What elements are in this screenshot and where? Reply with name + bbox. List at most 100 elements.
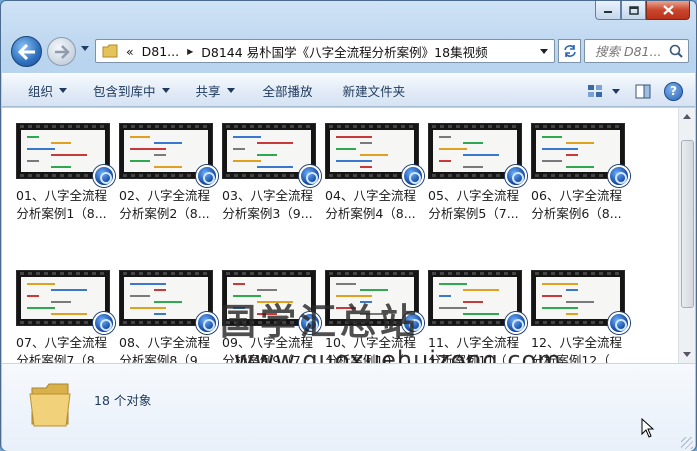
address-bar[interactable]: « D81... ▶ D8144 易朴国学《八字全流程分析案例》18集视频: [95, 39, 555, 63]
file-name: 05、八字全流程 分析案例5（7...: [422, 187, 525, 223]
file-name: 08、八字全流程分析案例8（9...: [113, 334, 216, 363]
video-file-item[interactable]: 05、八字全流程 分析案例5（7...: [422, 123, 527, 223]
arrow-right-icon: [54, 44, 70, 59]
caret-down-icon: [161, 87, 170, 93]
search-icon[interactable]: [669, 44, 683, 58]
search-box[interactable]: [584, 39, 689, 63]
video-file-item[interactable]: 02、八字全流程 分析案例2（8...: [113, 123, 218, 223]
file-name-line1: 06、八字全流程: [531, 188, 622, 203]
scrollbar-thumb[interactable]: [681, 140, 694, 308]
video-thumbnail: [531, 123, 630, 187]
search-input[interactable]: [595, 43, 665, 59]
maximize-button[interactable]: [621, 1, 646, 20]
file-name-line1: 07、八字全流程: [16, 335, 107, 350]
video-file-item[interactable]: 03、八字全流程 分析案例3（9...: [216, 123, 321, 223]
caret-down-icon: [226, 87, 235, 93]
view-options-caret-icon[interactable]: [612, 88, 620, 94]
file-name-line2: 分析案例2（8...: [119, 206, 210, 221]
scroll-down-button[interactable]: [679, 346, 695, 363]
file-name: 06、八字全流程 分析案例6（8...: [525, 187, 628, 223]
video-file-item[interactable]: 04、八字全流程 分析案例4（8...: [319, 123, 424, 223]
file-name-line1: 04、八字全流程: [325, 188, 416, 203]
arrow-left-icon: [17, 43, 35, 60]
play-all-label: 全部播放: [262, 83, 313, 99]
file-name: 03、八字全流程 分析案例3（9...: [216, 187, 319, 223]
file-name-line1: 02、八字全流程: [119, 188, 210, 203]
back-button[interactable]: [11, 36, 42, 67]
video-thumbnail: [531, 270, 630, 334]
file-name-line2: 分析案例3（9...: [222, 206, 313, 221]
preview-pane-icon: [635, 84, 651, 98]
file-name-line1: 05、八字全流程: [428, 188, 519, 203]
forward-button[interactable]: [47, 37, 76, 66]
address-history-dropdown[interactable]: [540, 49, 548, 54]
organize-label: 组织: [28, 83, 54, 99]
mouse-cursor-icon: [641, 418, 655, 438]
close-button[interactable]: [646, 1, 690, 20]
help-button[interactable]: ?: [664, 81, 683, 101]
video-thumbnail: [428, 123, 527, 187]
breadcrumb-segment-current[interactable]: D8144 易朴国学《八字全流程分析案例》18集视频: [201, 42, 487, 61]
folder-icon: [102, 44, 118, 58]
media-player-icon: [608, 312, 630, 334]
file-name-line1: 03、八字全流程: [222, 188, 313, 203]
watermark-url: www.guoxuehuizong.com: [234, 346, 562, 363]
file-name: 01、八字全流程 分析案例1（8...: [10, 187, 113, 223]
file-name-line2: 分析案例5（7...: [428, 206, 519, 221]
file-name: 02、八字全流程 分析案例2（8...: [113, 187, 216, 223]
video-file-item[interactable]: 01、八字全流程 分析案例1（8...: [10, 123, 115, 223]
share-label: 共享: [195, 83, 221, 99]
preview-pane-button[interactable]: [630, 80, 656, 102]
file-name-line2: 分析案例4（8...: [325, 206, 416, 221]
view-grid-icon: [588, 85, 602, 97]
chevron-up-icon: [683, 114, 691, 119]
file-name-line2: 分析案例6（8...: [531, 206, 622, 221]
video-thumbnail: [16, 270, 115, 334]
file-name-line2: 分析案例8（9...: [119, 353, 210, 363]
caption-buttons: [595, 1, 690, 20]
explorer-window: « D81... ▶ D8144 易朴国学《八字全流程分析案例》18集视频 组织…: [0, 0, 697, 451]
minimize-button[interactable]: [595, 1, 621, 20]
navigation-bar: « D81... ▶ D8144 易朴国学《八字全流程分析案例》18集视频: [1, 34, 696, 67]
new-folder-button[interactable]: 新建文件夹: [335, 77, 414, 103]
resize-grip[interactable]: [681, 437, 693, 449]
video-file-item[interactable]: 07、八字全流程 分析案例7（8...: [10, 270, 115, 363]
file-name-line2: 分析案例1（8...: [16, 206, 107, 221]
scroll-up-button[interactable]: [679, 108, 695, 125]
vertical-scrollbar[interactable]: [678, 108, 695, 363]
object-count: 18 个对象: [94, 393, 152, 408]
large-folder-icon: [29, 383, 71, 427]
breadcrumb-separator-icon[interactable]: ▶: [187, 47, 193, 56]
play-all-button[interactable]: 全部播放: [255, 77, 321, 103]
include-in-library-label: 包含到库中: [93, 83, 156, 99]
file-name: 07、八字全流程 分析案例7（8...: [10, 334, 113, 363]
recent-pages-dropdown[interactable]: [81, 46, 89, 51]
address-overflow-chevron[interactable]: «: [126, 44, 134, 59]
refresh-button[interactable]: [558, 39, 581, 63]
details-pane: 18 个对象: [2, 363, 695, 451]
media-player-icon: [299, 165, 321, 187]
help-icon: ?: [670, 84, 677, 98]
view-controls: ?: [582, 74, 695, 108]
video-thumbnail: [16, 123, 115, 187]
close-icon: [662, 5, 674, 15]
command-bar: 组织 包含到库中 共享 全部播放 新建文件夹 ?: [2, 73, 695, 107]
video-file-item[interactable]: 06、八字全流程 分析案例6（8...: [525, 123, 630, 223]
video-thumbnail: [325, 123, 424, 187]
media-player-icon: [196, 165, 218, 187]
media-player-icon: [608, 165, 630, 187]
chevron-down-icon: [683, 352, 691, 357]
file-name-line1: 01、八字全流程: [16, 188, 107, 203]
breadcrumb-segment-parent[interactable]: D81...: [142, 44, 179, 59]
minimize-icon: [604, 11, 612, 13]
media-player-icon: [93, 312, 115, 334]
share-button[interactable]: 共享: [188, 77, 243, 103]
video-thumbnail: [222, 123, 321, 187]
change-view-button[interactable]: [582, 80, 608, 102]
organize-button[interactable]: 组织: [20, 77, 75, 103]
media-player-icon: [505, 165, 527, 187]
include-in-library-button[interactable]: 包含到库中: [85, 77, 178, 103]
file-name-line1: 08、八字全流程: [119, 335, 210, 350]
file-list-area[interactable]: 01、八字全流程 分析案例1（8... 02、八字全流程 分析案例2（8... 03、八…: [2, 108, 695, 363]
video-file-item[interactable]: 08、八字全流程分析案例8（9...: [113, 270, 218, 363]
